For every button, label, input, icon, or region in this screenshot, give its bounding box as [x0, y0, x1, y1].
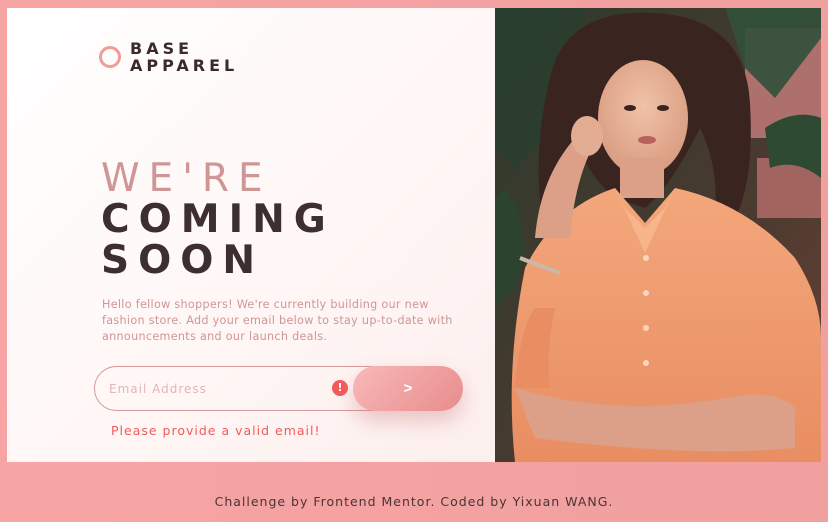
hero-photo	[495, 8, 821, 462]
hero-image	[495, 8, 821, 462]
signup-form: ! >	[94, 366, 464, 411]
submit-button[interactable]: >	[353, 366, 463, 411]
footer-attribution: Challenge by Frontend Mentor. Coded by Y…	[214, 494, 614, 509]
headline: WE'RE COMING SOON	[101, 158, 335, 281]
error-message: Please provide a valid email!	[111, 423, 321, 438]
ring-logo-icon	[99, 46, 121, 68]
error-exclamation-icon: !	[332, 380, 348, 396]
brand-logo[interactable]: BASE APPAREL	[99, 40, 238, 74]
brand-line-2: APPAREL	[130, 56, 239, 75]
headline-line-1: WE'RE	[101, 156, 272, 201]
main-card: BASE APPAREL WE'RE COMING SOON Hello fel…	[7, 8, 821, 462]
headline-line-2: COMING	[101, 197, 335, 242]
arrow-right-icon: >	[403, 380, 413, 397]
email-field[interactable]	[94, 366, 394, 411]
headline-line-3: SOON	[101, 238, 265, 283]
description: Hello fellow shoppers! We're currently b…	[102, 298, 453, 343]
brand-line-1: BASE	[130, 39, 194, 58]
brand-name: BASE APPAREL	[130, 40, 238, 74]
content-panel: BASE APPAREL WE'RE COMING SOON Hello fel…	[7, 8, 495, 462]
